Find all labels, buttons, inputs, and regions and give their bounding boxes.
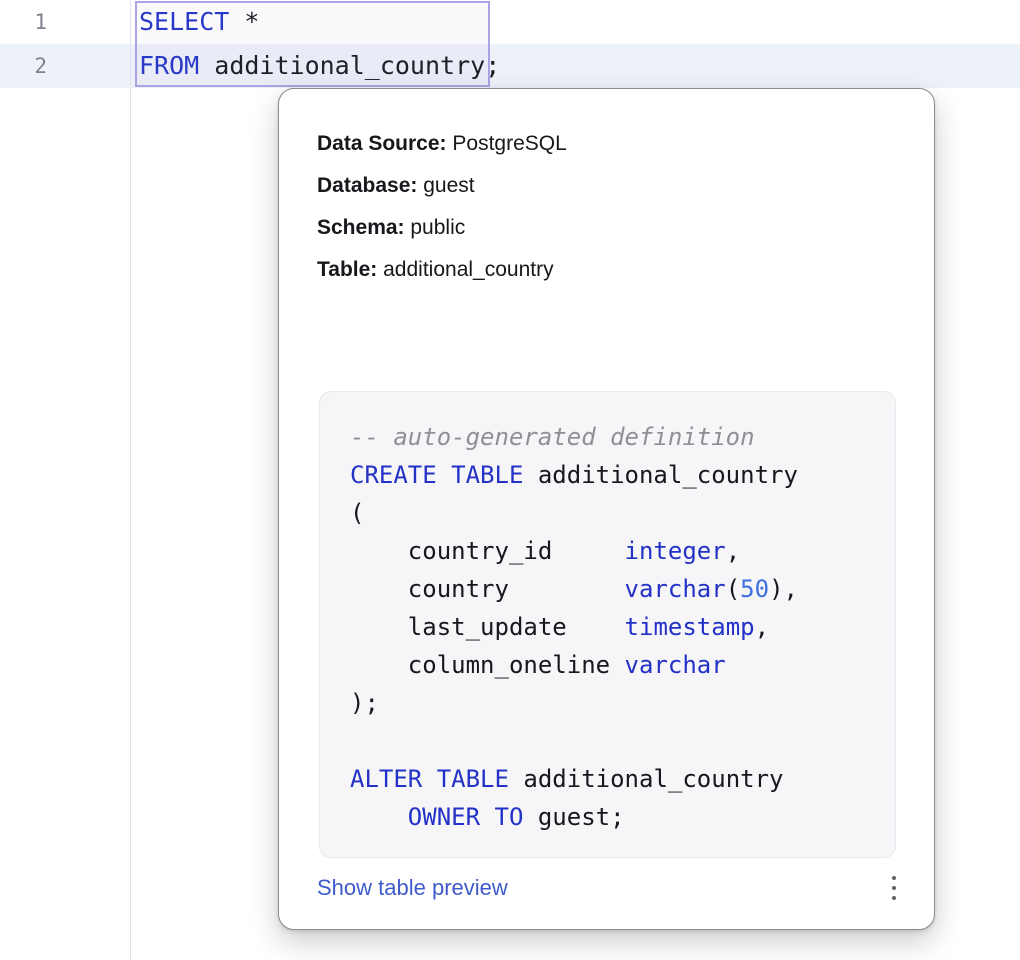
info-label: Database:	[317, 174, 417, 197]
ddl-line: (	[350, 494, 895, 532]
code-token: ,	[726, 537, 740, 565]
app-window: 1 SELECT * 2 FROM additional_country; Data …	[0, 0, 1020, 960]
table-info-line: Database: guest	[317, 165, 896, 207]
code-token: column_oneline	[350, 651, 625, 679]
info-label: Schema:	[317, 216, 405, 239]
info-label: Table:	[317, 258, 377, 281]
ddl-line: last_update timestamp,	[350, 608, 895, 646]
code-line: FROM additional_country;	[139, 44, 500, 88]
editor-line[interactable]: 2 FROM additional_country;	[0, 44, 1020, 88]
code-token: *	[229, 7, 259, 36]
popup-footer: Show table preview	[279, 858, 934, 904]
code-token: ,	[755, 613, 769, 641]
ddl-line: -- auto-generated definition	[350, 418, 895, 456]
code-token: CREATE TABLE	[350, 461, 523, 489]
code-token: country_id	[350, 537, 625, 565]
table-info-section: Data Source: PostgreSQLDatabase: guestSc…	[279, 89, 934, 291]
code-token: (	[350, 499, 364, 527]
code-token: last_update	[350, 613, 625, 641]
code-token: integer	[625, 537, 726, 565]
ddl-line	[350, 722, 895, 760]
table-info-line: Table: additional_country	[317, 249, 896, 291]
code-token: timestamp	[625, 613, 755, 641]
ddl-line: country_id integer,	[350, 532, 895, 570]
code-token: guest;	[523, 803, 624, 831]
table-info-line: Data Source: PostgreSQL	[317, 123, 896, 165]
ddl-code: -- auto-generated definition CREATE TABLE…	[350, 418, 895, 836]
code-token: ),	[769, 575, 798, 603]
editor-lines: 1 SELECT * 2 FROM additional_country;	[0, 0, 1020, 88]
kebab-menu-icon[interactable]	[888, 872, 900, 904]
code-token	[350, 727, 364, 755]
line-number: 1	[0, 0, 47, 44]
code-token: -- auto-generated definition	[350, 423, 755, 451]
ddl-line: );	[350, 684, 895, 722]
ddl-line: column_oneline varchar	[350, 646, 895, 684]
code-token: );	[350, 689, 379, 717]
code-token: varchar	[625, 651, 726, 679]
ddl-code-block: -- auto-generated definition CREATE TABLE…	[319, 391, 896, 858]
code-token: OWNER TO	[408, 803, 524, 831]
code-token: varchar	[625, 575, 726, 603]
code-token: additional_country	[523, 461, 798, 489]
show-table-preview-link[interactable]: Show table preview	[317, 875, 508, 901]
ddl-line: OWNER TO guest;	[350, 798, 895, 836]
table-documentation-popup: Data Source: PostgreSQLDatabase: guestSc…	[278, 88, 935, 930]
code-token: country	[350, 575, 625, 603]
code-token: (	[726, 575, 740, 603]
code-line: SELECT *	[139, 0, 259, 44]
code-token: FROM	[139, 51, 199, 80]
table-info-line: Schema: public	[317, 207, 896, 249]
code-token	[350, 803, 408, 831]
ddl-line: ALTER TABLE additional_country	[350, 760, 895, 798]
editor-line[interactable]: 1 SELECT *	[0, 0, 1020, 44]
code-token: SELECT	[139, 7, 229, 36]
code-token: additional_country;	[199, 51, 500, 80]
code-token: additional_country	[509, 765, 784, 793]
code-token: 50	[740, 575, 769, 603]
line-number: 2	[0, 44, 47, 88]
ddl-line: CREATE TABLE additional_country	[350, 456, 895, 494]
code-token: ALTER TABLE	[350, 765, 509, 793]
gutter-separator	[130, 0, 131, 960]
ddl-line: country varchar(50),	[350, 570, 895, 608]
info-label: Data Source:	[317, 132, 447, 155]
